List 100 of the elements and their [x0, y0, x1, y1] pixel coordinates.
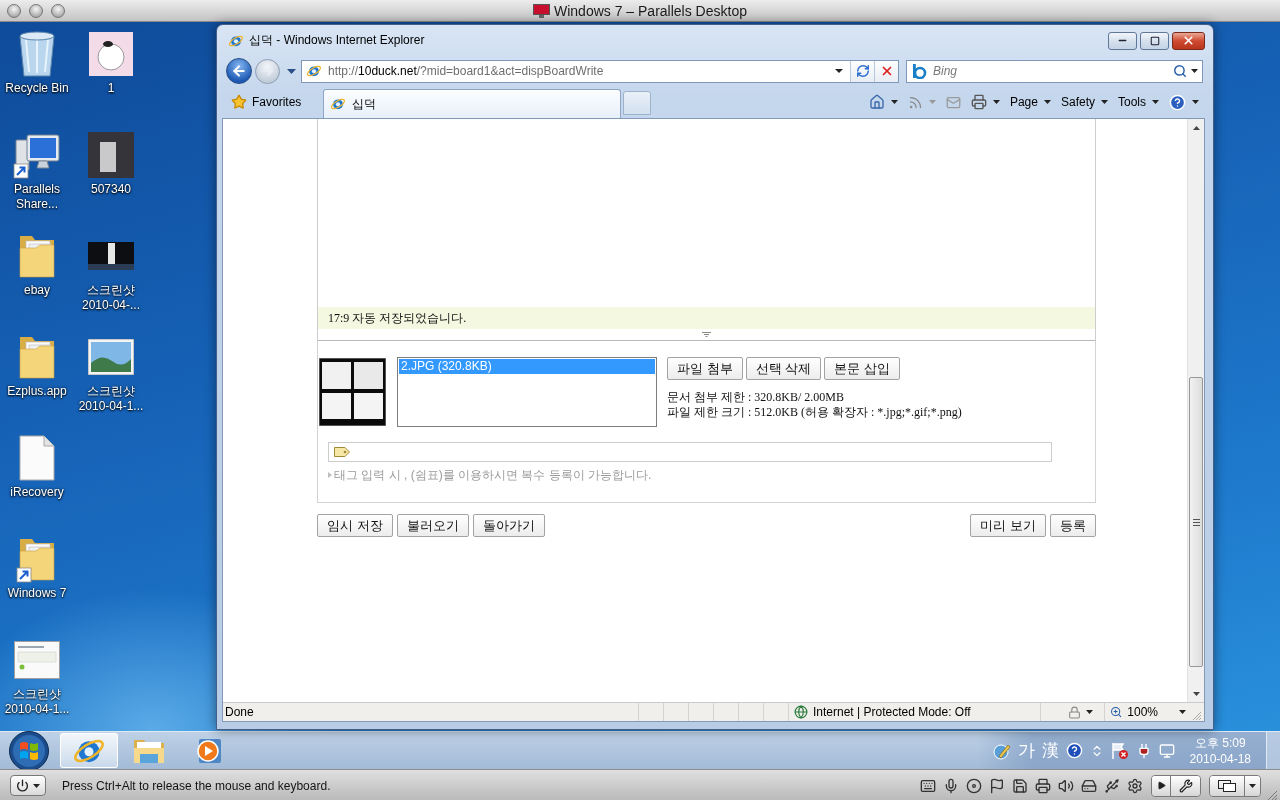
search-field[interactable]: Bing — [906, 59, 1203, 83]
screenshot-thumbnail[interactable] — [14, 641, 60, 679]
window-mode-button[interactable] — [1210, 775, 1244, 796]
caret-icon — [1249, 783, 1256, 788]
file-action-button[interactable]: 선택 삭제 — [745, 357, 822, 380]
bullet-icon — [328, 472, 332, 478]
close-button[interactable] — [1172, 31, 1205, 50]
help-icon — [1065, 742, 1083, 759]
form-button[interactable]: 미리 보기 — [970, 514, 1046, 537]
desktop-icon-label[interactable]: 1 — [74, 81, 148, 96]
search-input[interactable]: Bing — [933, 62, 1169, 80]
image-placeholder[interactable] — [89, 32, 133, 76]
limit-text: 문서 첨부 제한 : 320.8KB/ 2.00MB — [667, 390, 845, 405]
gear-icon[interactable] — [1127, 777, 1143, 794]
caret-icon — [1192, 100, 1199, 104]
resize-grip-icon[interactable] — [702, 332, 711, 337]
window-mode-menu-button[interactable] — [1244, 775, 1260, 796]
taskbar-app-button[interactable] — [60, 733, 118, 768]
flag-icon[interactable] — [989, 777, 1005, 794]
window-title: Windows 7 – Parallels Desktop — [554, 2, 747, 19]
form-button[interactable]: 임시 저장 — [317, 514, 393, 537]
hard-drive-icon[interactable] — [1081, 777, 1097, 794]
tools-button[interactable] — [1170, 775, 1200, 796]
microphone-icon[interactable] — [943, 777, 959, 794]
play-circle-icon — [195, 736, 223, 765]
recycle-bin-icon[interactable] — [17, 30, 57, 78]
image-placeholder[interactable] — [88, 242, 134, 270]
desktop-icon-label[interactable]: 스크린샷 2010-04-... — [74, 283, 148, 313]
file-icon[interactable] — [19, 435, 55, 481]
play-icon — [1156, 781, 1166, 790]
desktop-icon-label[interactable]: 507340 — [74, 182, 148, 197]
caret-icon — [1192, 691, 1200, 696]
desktop-icon-label[interactable]: 스크린샷 2010-04-1... — [0, 687, 74, 717]
zoom-icon — [1110, 705, 1123, 719]
usb-icon[interactable] — [1104, 777, 1120, 794]
star-icon — [231, 94, 247, 110]
caret-icon — [1043, 100, 1051, 104]
caret-icon — [287, 68, 296, 74]
tag-icon — [334, 447, 350, 457]
wrench-icon — [1178, 778, 1193, 793]
grip-icon — [1192, 518, 1200, 526]
computer-icon[interactable] — [13, 131, 61, 179]
caret-icon — [1086, 710, 1093, 714]
window-icon — [1218, 779, 1236, 792]
zoom-button[interactable] — [51, 3, 65, 18]
file-action-button[interactable]: 본문 삽입 — [824, 357, 900, 380]
desktop-icon-label[interactable]: iRecovery — [0, 485, 74, 500]
action-center-button[interactable] — [1110, 741, 1129, 760]
limit-text: 파일 제한 크기 : 512.0KB (허용 확장자 : *.jpg;*.gif;*.png) — [667, 405, 962, 420]
menu-button[interactable]: Tools — [1116, 91, 1161, 113]
planet-logo-icon — [330, 96, 347, 112]
photo-placeholder[interactable] — [88, 132, 134, 178]
form-button[interactable]: 불러오기 — [396, 514, 469, 537]
resize-grip-icon[interactable] — [1192, 711, 1202, 721]
menu-button[interactable]: Safety — [1058, 91, 1110, 113]
scrollbar-thumb[interactable] — [1189, 377, 1203, 667]
back-button[interactable] — [226, 58, 252, 84]
floppy-icon[interactable] — [1012, 777, 1028, 794]
form-button[interactable]: 돌아가기 — [472, 514, 545, 537]
keyboard-icon[interactable] — [920, 777, 936, 794]
minimize-button[interactable] — [1108, 31, 1137, 50]
home-icon — [868, 94, 885, 110]
scrollbar-track[interactable] — [1187, 119, 1204, 702]
minimize-button[interactable] — [29, 3, 43, 18]
thumbnail-image — [319, 358, 386, 426]
menu-button[interactable]: Page — [1007, 91, 1053, 113]
language-bar-button[interactable] — [992, 741, 1011, 760]
desktop-icon-label[interactable]: 스크린샷 2010-04-1... — [74, 384, 148, 414]
form-button[interactable]: 등록 — [1050, 514, 1096, 537]
caret-icon — [1191, 69, 1198, 73]
desktop-icon-label[interactable]: ebay — [0, 283, 74, 298]
speaker-icon[interactable] — [1058, 777, 1074, 794]
printer-icon[interactable] — [1035, 777, 1051, 794]
play-button[interactable] — [1152, 775, 1170, 796]
caret-icon — [1179, 710, 1186, 714]
printer-icon — [970, 94, 987, 110]
caret-icon — [1101, 100, 1108, 104]
zoom-level-text[interactable]: 100% — [1127, 705, 1158, 719]
mail-icon — [945, 94, 961, 110]
desktop-icon-label[interactable]: Ezplus.app — [0, 384, 74, 399]
help-icon — [1169, 93, 1186, 111]
windows-logo-icon — [9, 730, 49, 771]
landscape-thumbnail[interactable] — [88, 339, 134, 375]
disc-icon[interactable] — [966, 777, 982, 794]
file-action-button[interactable]: 파일 첨부 — [667, 357, 743, 380]
caret-icon — [1152, 100, 1159, 104]
maximize-icon — [1149, 35, 1160, 46]
tag-input-field[interactable] — [328, 442, 1052, 462]
lock-icon[interactable] — [1068, 705, 1081, 719]
desktop-icon-label[interactable]: Windows 7 — [0, 586, 74, 601]
resize-grip-icon[interactable] — [1267, 790, 1278, 800]
browser-tab[interactable]: 십덕 — [323, 89, 622, 118]
power-button[interactable] — [10, 775, 46, 796]
maximize-button[interactable] — [1140, 31, 1169, 50]
favorites-button[interactable]: Favorites — [226, 90, 309, 114]
autosave-message: 17:9 자동 저장되었습니다. — [317, 307, 1096, 329]
desktop-icon-label[interactable]: Parallels Share... — [0, 182, 74, 212]
search-icon — [1173, 64, 1187, 78]
desktop-icon-label[interactable]: Recycle Bin — [0, 81, 74, 96]
help-button[interactable] — [1065, 742, 1083, 759]
